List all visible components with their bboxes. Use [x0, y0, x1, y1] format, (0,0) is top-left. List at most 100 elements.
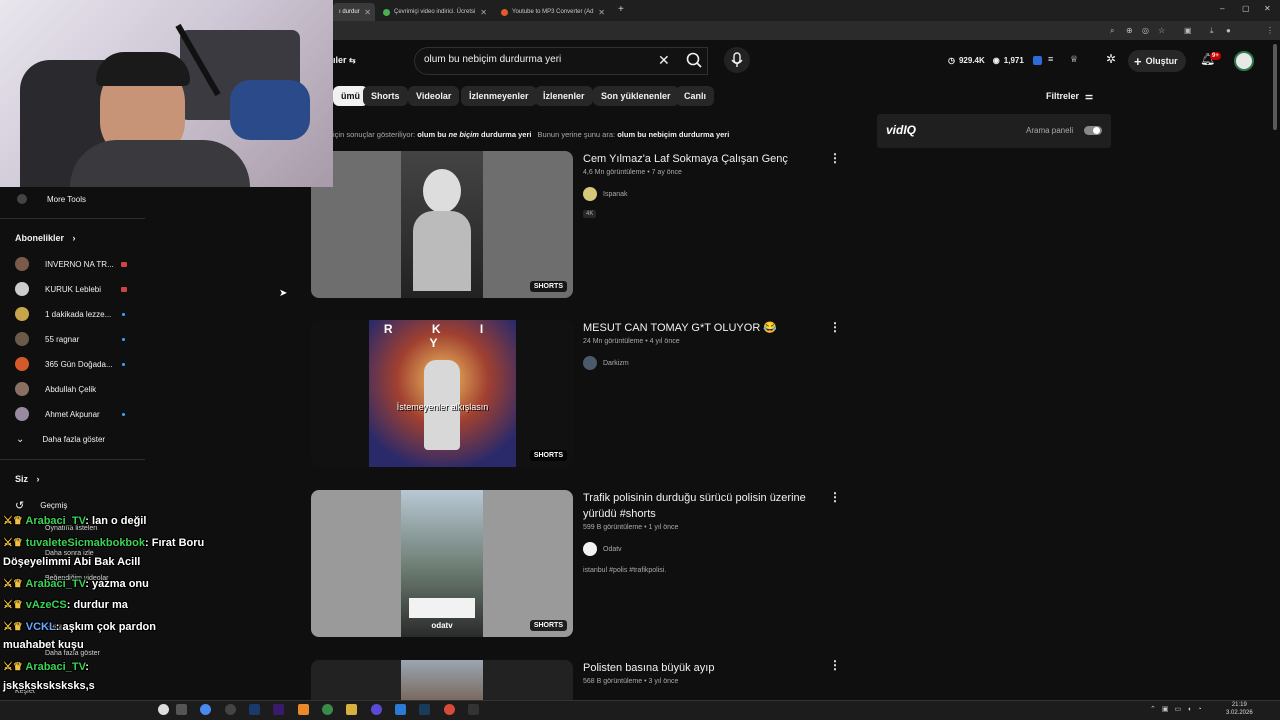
video-thumbnail[interactable]: odatv SHORTS — [311, 490, 573, 637]
avatar[interactable] — [1234, 51, 1254, 71]
video-title[interactable]: MESUT CAN TOMAY G*T OLUYOR 😂 — [583, 320, 818, 336]
chip-shorts[interactable]: Shorts — [363, 86, 408, 106]
sidebar-show-more-2[interactable]: Daha fazla göster — [45, 650, 100, 657]
browser-menu-icon[interactable]: ⋮ — [1266, 26, 1274, 35]
correction-term[interactable]: olum bu — [417, 130, 446, 139]
sidebar-subscription[interactable]: Abdullah Çelik — [0, 377, 145, 401]
filter-toggle[interactable]: ıler ⇆ — [333, 55, 356, 65]
search-button[interactable] — [680, 47, 710, 75]
chevron-right-icon: › — [36, 474, 40, 484]
chevron-down-icon: ⌄ — [16, 433, 25, 445]
original-query-link[interactable]: olum bu nebiçim durdurma yeri — [617, 130, 729, 139]
browser-tab-active[interactable]: ı durdur ✕ — [333, 3, 375, 21]
channel-link[interactable]: Darkizm — [583, 356, 629, 370]
chip-videos[interactable]: Videolar — [408, 86, 460, 106]
chip-unwatched[interactable]: İzlenmeyenler — [461, 86, 537, 106]
close-tab-icon[interactable]: ✕ — [598, 8, 609, 17]
thumbnail-image: R K I Y İstemeyenler alkışlasın — [369, 320, 516, 467]
video-title[interactable]: Trafik polisinin durduğu sürücü polisin … — [583, 490, 818, 522]
award-icon[interactable]: ♕ — [1070, 54, 1078, 65]
clock[interactable]: 21:19 3.02.2026 — [1226, 701, 1253, 717]
video-thumbnail[interactable]: SHORTS — [311, 151, 573, 298]
close-tab-icon[interactable]: ✕ — [480, 8, 491, 17]
star-icon[interactable]: ☆ — [1158, 26, 1165, 35]
video-thumbnail[interactable]: R K I Y İstemeyenler alkışlasın SHORTS — [311, 320, 573, 467]
profile-icon[interactable]: ● — [1226, 26, 1231, 35]
create-button[interactable]: + Oluştur — [1128, 50, 1186, 72]
more-options-icon[interactable]: ⋮ — [829, 151, 841, 165]
maximize-button[interactable]: ▢ — [1242, 4, 1250, 13]
sidebar-item-more-tools[interactable]: More Tools — [0, 187, 145, 211]
correction-term[interactable]: durdurma yeri — [481, 130, 531, 139]
filters-button[interactable]: Filtreler ⚌ — [1046, 91, 1093, 102]
new-tab-button[interactable]: + — [618, 4, 624, 15]
start-icon[interactable] — [158, 704, 169, 715]
steam-icon[interactable] — [419, 704, 430, 715]
chip-recent[interactable]: Son yüklenenler — [593, 86, 679, 106]
browser-tab[interactable]: Youtube to MP3 Converter (Ad ✕ — [495, 3, 609, 21]
sidebar-item-label: 1 dakikada lezze... — [45, 309, 112, 319]
video-title[interactable]: Polisten basına büyük ayıp — [583, 660, 818, 676]
sidebar-subscription[interactable]: 1 dakikada lezze... — [0, 302, 145, 326]
more-options-icon[interactable]: ⋮ — [829, 320, 841, 334]
subscriptions-heading[interactable]: Abonelikler › — [15, 233, 76, 243]
close-tab-icon[interactable]: ✕ — [364, 8, 375, 17]
tray-icons[interactable]: ⌃▣▭◖◔ — [1150, 705, 1208, 713]
sidebar-item-label: Abdullah Çelik — [45, 384, 97, 394]
translate-icon[interactable]: ⊕ — [1126, 26, 1133, 35]
photoshop-icon[interactable] — [249, 704, 260, 715]
sidebar-subscription[interactable]: Ahmet Akpunar — [0, 402, 145, 426]
search-panel-toggle[interactable] — [1084, 126, 1102, 135]
you-heading[interactable]: Siz › — [15, 474, 40, 484]
browser-tab[interactable]: Çevrimiçi video indirici. Ücretsi ✕ — [377, 3, 491, 21]
vidiq-badge-icon[interactable] — [1033, 56, 1042, 65]
more-options-icon[interactable]: ⋮ — [829, 490, 841, 504]
channel-avatar — [15, 357, 29, 371]
app-icon[interactable] — [395, 704, 406, 715]
page-scrollbar[interactable] — [1273, 44, 1277, 130]
chip-live[interactable]: Canlı — [676, 86, 715, 106]
chat-badge-icon: ⚔♛ — [3, 599, 26, 611]
mic-icon — [731, 52, 743, 67]
video-thumbnail[interactable] — [311, 660, 573, 700]
voice-search-button[interactable] — [724, 47, 750, 73]
channel-link[interactable]: Odatv — [583, 542, 622, 556]
gear-icon[interactable]: ✲ — [1106, 52, 1116, 66]
more-options-icon[interactable]: ⋮ — [829, 658, 841, 672]
extensions-icon[interactable]: ▣ — [1184, 26, 1192, 35]
shorts-badge: SHORTS — [529, 450, 567, 461]
chip-watched[interactable]: İzlenenler — [535, 86, 593, 106]
minimize-button[interactable]: – — [1220, 4, 1224, 13]
download-icon[interactable]: ⤓ — [1210, 26, 1214, 36]
app-icon[interactable] — [225, 704, 236, 715]
sidebar-subscription[interactable]: INVERNO NA TR... — [0, 252, 145, 276]
correction-term-changed[interactable]: ne biçim — [448, 130, 478, 139]
list-icon[interactable]: ≡ — [1048, 54, 1053, 64]
spelling-correction: için sonuçlar gösteriliyor: olum bu ne b… — [333, 130, 729, 139]
new-content-dot-icon — [122, 337, 125, 341]
chrome-active-icon[interactable] — [444, 704, 455, 715]
app-icon[interactable] — [298, 704, 309, 715]
video-title[interactable]: Cem Yılmaz'a Laf Sokmaya Çalışan Genç — [583, 151, 818, 167]
close-window-button[interactable]: ✕ — [1264, 4, 1271, 13]
app-icon[interactable] — [371, 704, 382, 715]
sidebar-show-more[interactable]: ⌄ Daha fazla göster — [0, 427, 145, 451]
sidebar-subscription[interactable]: 365 Gün Doğada... — [0, 352, 145, 376]
app-icon[interactable] — [468, 704, 479, 715]
close-icon[interactable]: ✕ — [658, 52, 670, 69]
channel-link[interactable]: Ispanak — [583, 187, 628, 201]
sidebar-subscription[interactable]: KURUK Leblebi — [0, 277, 145, 301]
chat-message: ⚔♛ tuvaleteSicmakbokbok: Fırat Boru — [3, 536, 204, 549]
chrome-icon[interactable] — [322, 704, 333, 715]
channel-avatar — [15, 382, 29, 396]
search-input[interactable]: olum bu nebiçim durdurma yeri — [424, 54, 561, 65]
chat-username: Arabaci_TV — [25, 661, 86, 673]
premiere-icon[interactable] — [273, 704, 284, 715]
task-view-icon[interactable] — [176, 704, 187, 715]
folder-icon[interactable] — [346, 704, 357, 715]
eye-off-icon[interactable]: ◎ — [1142, 26, 1149, 35]
app-icon[interactable] — [200, 704, 211, 715]
mouse-cursor-icon: ➤ — [279, 288, 288, 299]
sidebar-subscription[interactable]: 55 ragnar — [0, 327, 145, 351]
zoom-icon[interactable]: ⌕ — [1110, 26, 1114, 36]
